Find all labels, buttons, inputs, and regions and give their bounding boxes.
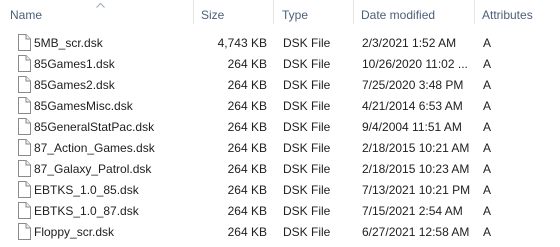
column-header-name[interactable]: Name (10, 0, 42, 30)
file-size: 264 KB (227, 57, 267, 71)
file-name: 85GeneralStatPac.dsk (34, 120, 155, 134)
file-size: 264 KB (227, 183, 267, 197)
file-attributes: A (483, 99, 492, 113)
file-type: DSK File (283, 78, 331, 92)
generic-file-icon (17, 139, 31, 156)
sort-ascending-icon[interactable] (96, 2, 105, 8)
file-date-modified: 4/21/2014 6:53 AM (362, 99, 463, 113)
file-type: DSK File (283, 57, 331, 71)
file-date-modified: 9/4/2004 11:51 AM (362, 120, 462, 134)
file-row[interactable]: EBTKS_1.0_87.dsk 264 KB DSK File 7/15/2021 … (0, 200, 560, 222)
file-date-modified: 7/25/2020 3:48 PM (362, 78, 464, 92)
file-type: DSK File (283, 120, 331, 134)
file-type: DSK File (283, 204, 331, 218)
generic-file-icon (17, 223, 31, 240)
file-row[interactable]: 85GamesMisc.dsk 264 KB DSK File 4/21/2014 6… (0, 95, 560, 117)
file-row[interactable]: 87_Galaxy_Patrol.dsk 264 KB DSK File 2/18/2… (0, 158, 560, 180)
file-size: 264 KB (227, 78, 267, 92)
file-type: DSK File (283, 36, 331, 50)
file-type: DSK File (283, 162, 331, 176)
file-row[interactable]: Floppy_scr.dsk 264 KB DSK File 6/27/2021 12… (0, 221, 560, 243)
file-type: DSK File (283, 141, 331, 155)
generic-file-icon (17, 118, 31, 135)
column-header-attributes[interactable]: Attributes (482, 0, 533, 30)
file-row[interactable]: 85Games2.dsk 264 KB DSK File 7/25/2020 3:48… (0, 74, 560, 96)
file-size: 264 KB (227, 99, 267, 113)
file-date-modified: 10/26/2020 11:02 ... (362, 57, 468, 71)
file-name: 85GamesMisc.dsk (34, 99, 133, 113)
file-attributes: A (483, 204, 492, 218)
file-size: 4,743 KB (217, 36, 267, 50)
file-attributes: A (483, 57, 492, 71)
file-size: 264 KB (227, 225, 267, 239)
file-size: 264 KB (227, 141, 267, 155)
column-divider[interactable] (353, 0, 354, 24)
file-attributes: A (483, 183, 492, 197)
generic-file-icon (17, 181, 31, 198)
file-date-modified: 2/18/2015 10:23 AM (362, 162, 470, 176)
file-size: 264 KB (227, 120, 267, 134)
file-date-modified: 2/3/2021 1:52 AM (362, 36, 457, 50)
file-attributes: A (483, 36, 492, 50)
column-header-bar: Name Size Type Date modified Attributes (0, 0, 560, 30)
file-date-modified: 6/27/2021 12:58 AM (362, 225, 470, 239)
generic-file-icon (17, 76, 31, 93)
file-name: 87_Action_Games.dsk (34, 141, 155, 155)
file-attributes: A (483, 141, 492, 155)
file-row[interactable]: 85Games1.dsk 264 KB DSK File 10/26/2020 11:… (0, 53, 560, 75)
column-divider[interactable] (193, 0, 194, 24)
file-name: 5MB_scr.dsk (34, 36, 103, 50)
column-divider[interactable] (474, 0, 475, 24)
file-row[interactable]: EBTKS_1.0_85.dsk 264 KB DSK File 7/13/2021 … (0, 179, 560, 201)
file-date-modified: 2/18/2015 10:21 AM (362, 141, 470, 155)
file-date-modified: 7/15/2021 2:54 AM (362, 204, 463, 218)
column-header-size[interactable]: Size (201, 0, 224, 30)
generic-file-icon (17, 202, 31, 219)
file-row[interactable]: 87_Action_Games.dsk 264 KB DSK File 2/18/20… (0, 137, 560, 159)
file-name: EBTKS_1.0_87.dsk (34, 204, 139, 218)
file-type: DSK File (283, 183, 331, 197)
file-row[interactable]: 85GeneralStatPac.dsk 264 KB DSK File 9/4/20… (0, 116, 560, 138)
generic-file-icon (17, 97, 31, 114)
file-name: 87_Galaxy_Patrol.dsk (34, 162, 152, 176)
file-name: 85Games2.dsk (34, 78, 115, 92)
file-name: 85Games1.dsk (34, 57, 115, 71)
column-header-type[interactable]: Type (282, 0, 308, 30)
file-size: 264 KB (227, 204, 267, 218)
file-attributes: A (483, 225, 492, 239)
generic-file-icon (17, 55, 31, 72)
generic-file-icon (17, 34, 31, 51)
file-attributes: A (483, 78, 492, 92)
file-type: DSK File (283, 225, 331, 239)
file-attributes: A (483, 120, 492, 134)
column-header-date-modified[interactable]: Date modified (361, 0, 435, 30)
file-row[interactable]: 5MB_scr.dsk 4,743 KB DSK File 2/3/2021 1:52… (0, 32, 560, 54)
file-attributes: A (483, 162, 492, 176)
file-size: 264 KB (227, 162, 267, 176)
file-name: EBTKS_1.0_85.dsk (34, 183, 139, 197)
column-divider[interactable] (273, 0, 274, 24)
generic-file-icon (17, 160, 31, 177)
file-date-modified: 7/13/2021 10:21 PM (362, 183, 471, 197)
file-type: DSK File (283, 99, 331, 113)
file-name: Floppy_scr.dsk (34, 225, 115, 239)
